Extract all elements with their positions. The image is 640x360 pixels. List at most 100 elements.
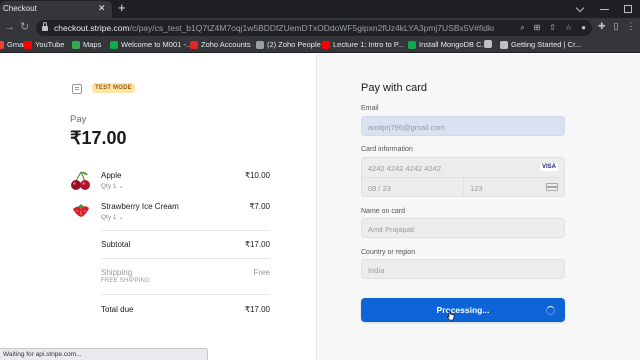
- payment-title: Pay with card: [361, 82, 428, 94]
- bookmark-favicon-icon: [484, 40, 492, 48]
- bookmark-item[interactable]: Maps: [72, 40, 101, 49]
- item-qty-select[interactable]: Qty 1 ⌄: [101, 213, 124, 221]
- line-item: Strawberry Ice Cream Qty 1 ⌄ ₹7.00: [70, 201, 270, 225]
- bookmark-favicon-icon: [110, 40, 118, 49]
- bookmarks-bar: Gmail YouTube Maps Welcome to M001 -... Zoho…: [0, 38, 640, 53]
- test-mode-badge: TEST MODE: [92, 83, 135, 93]
- chevron-down-icon: ⌄: [118, 214, 124, 221]
- sidebar-icon[interactable]: ▯: [614, 21, 619, 32]
- country-select[interactable]: India: [361, 259, 565, 279]
- item-qty-select[interactable]: Qty 1 ⌄: [101, 182, 124, 190]
- bookmark-favicon-icon: [500, 40, 508, 49]
- subtotal-label: Subtotal: [101, 240, 131, 249]
- reload-icon[interactable]: ↻: [20, 20, 29, 35]
- tab-checkout[interactable]: Checkout ✕: [0, 1, 112, 18]
- card-number-value: 4242 4242 4242 4242: [368, 164, 441, 173]
- bookmark-favicon-icon: [0, 40, 4, 49]
- bookmark-star-icon[interactable]: ☆: [565, 22, 572, 34]
- close-tab-icon[interactable]: ✕: [98, 3, 106, 14]
- share-icon[interactable]: ⇧: [549, 22, 556, 34]
- expiry-field[interactable]: 08 / 23: [362, 178, 463, 197]
- pay-button-label: Processing...: [436, 305, 490, 315]
- maximize-icon[interactable]: [616, 0, 640, 18]
- bookmark-favicon-icon: [24, 40, 32, 49]
- strawberry-icon: [73, 204, 89, 217]
- pay-amount: ₹17.00: [70, 128, 127, 148]
- status-text: Waiting for api.stripe.com...: [3, 351, 82, 358]
- bookmark-favicon-icon: [190, 40, 198, 49]
- bookmark-favicon-icon: [322, 40, 330, 49]
- item-name: Strawberry Ice Cream: [101, 202, 179, 211]
- visa-icon: VISA: [539, 163, 558, 171]
- line-item: Apple Qty 1 ⌄ ₹10.00: [70, 170, 270, 194]
- country-label: Country or region: [361, 249, 416, 256]
- order-summary: TEST MODE Pay ₹17.00 Apple Qty 1 ⌄ ₹10.0…: [0, 54, 316, 360]
- bookmark-item[interactable]: Zoho Accounts: [190, 40, 251, 49]
- bookmark-item[interactable]: Lecture 1: Intro to P...: [322, 40, 404, 49]
- total-value: ₹17.00: [244, 305, 270, 314]
- tab-search-icon[interactable]: [568, 0, 592, 18]
- url-text[interactable]: checkout.stripe.com/c/pay/cs_test_b1Q7tZ…: [54, 23, 494, 33]
- store-back-icon[interactable]: [72, 84, 82, 94]
- search-icon[interactable]: ⌕: [520, 22, 524, 34]
- bookmark-item[interactable]: [484, 40, 495, 48]
- expiry-value: 08 / 23: [368, 184, 391, 193]
- menu-icon[interactable]: ⋮: [627, 21, 636, 32]
- bookmark-favicon-icon: [72, 40, 80, 49]
- payment-form: Pay with card Email amitprj796@gmail.com…: [316, 54, 640, 360]
- install-icon[interactable]: ⊞: [534, 22, 541, 34]
- extensions-icon[interactable]: ✚: [598, 21, 606, 32]
- item-price: ₹10.00: [244, 171, 270, 180]
- bookmark-label: (2) Zoho People: [267, 40, 321, 49]
- minimize-icon[interactable]: [592, 0, 616, 18]
- bookmark-label: Zoho Accounts: [201, 40, 251, 49]
- divider: [101, 258, 270, 259]
- total-label: Total due: [101, 305, 134, 314]
- bookmark-item[interactable]: Install MongoDB C...: [408, 40, 488, 49]
- shipping-value: Free: [253, 268, 270, 277]
- email-label: Email: [361, 105, 379, 112]
- bookmark-item[interactable]: Gmail: [0, 40, 27, 49]
- pointer-cursor-icon: [447, 310, 455, 321]
- name-field[interactable]: Amit Prajapati: [361, 218, 565, 238]
- bookmark-label: YouTube: [35, 40, 65, 49]
- name-value: Amit Prajapati: [368, 225, 415, 234]
- address-bar[interactable]: checkout.stripe.com/c/pay/cs_test_b1Q7tZ…: [36, 20, 592, 36]
- shipping-method: FREE SHIPPING: [101, 278, 150, 284]
- profile-icon[interactable]: ●: [581, 22, 586, 34]
- card-info-label: Card information: [361, 146, 413, 153]
- new-tab-icon[interactable]: +: [118, 0, 126, 16]
- tab-title: Checkout: [3, 4, 37, 13]
- email-value: amitprj796@gmail.com: [368, 123, 445, 132]
- tab-bar: Checkout ✕ +: [0, 0, 640, 18]
- bookmark-item[interactable]: YouTube: [24, 40, 64, 49]
- bookmark-label: Lecture 1: Intro to P...: [333, 40, 405, 49]
- toolbar-actions: ✚ ▯ ⋮: [598, 21, 636, 32]
- email-field[interactable]: amitprj796@gmail.com: [361, 116, 565, 136]
- divider: [101, 294, 270, 295]
- name-label: Name on card: [361, 208, 405, 215]
- divider: [101, 230, 270, 231]
- subtotal-value: ₹17.00: [244, 240, 270, 249]
- forward-icon[interactable]: →: [4, 20, 15, 35]
- bookmark-item[interactable]: Getting Started | Cr...: [500, 40, 581, 49]
- bookmark-label: Maps: [83, 40, 102, 49]
- bookmark-item[interactable]: (2) Zoho People: [256, 40, 321, 49]
- card-number-field[interactable]: 4242 4242 4242 4242 VISA: [362, 158, 564, 177]
- item-name: Apple: [101, 171, 122, 180]
- bookmark-favicon-icon: [408, 40, 416, 49]
- status-bar: Waiting for api.stripe.com...: [0, 348, 208, 360]
- pay-button[interactable]: Processing...: [361, 298, 565, 322]
- bookmark-label: Getting Started | Cr...: [511, 40, 582, 49]
- bookmark-item[interactable]: Welcome to M001 -...: [110, 40, 192, 49]
- spinner-icon: [546, 306, 555, 315]
- lock-icon[interactable]: [42, 22, 48, 32]
- country-value: India: [368, 266, 385, 275]
- browser-toolbar: → ↻ checkout.stripe.com/c/pay/cs_test_b1…: [0, 18, 640, 38]
- shipping-label: Shipping: [101, 268, 133, 277]
- pay-label: Pay: [70, 114, 87, 125]
- omnibox-actions: ⌕ ⊞ ⇧ ☆ ●: [520, 22, 586, 34]
- cvc-card-icon: [546, 183, 558, 191]
- cherry-icon: [71, 171, 90, 190]
- cvc-value: 123: [470, 184, 483, 193]
